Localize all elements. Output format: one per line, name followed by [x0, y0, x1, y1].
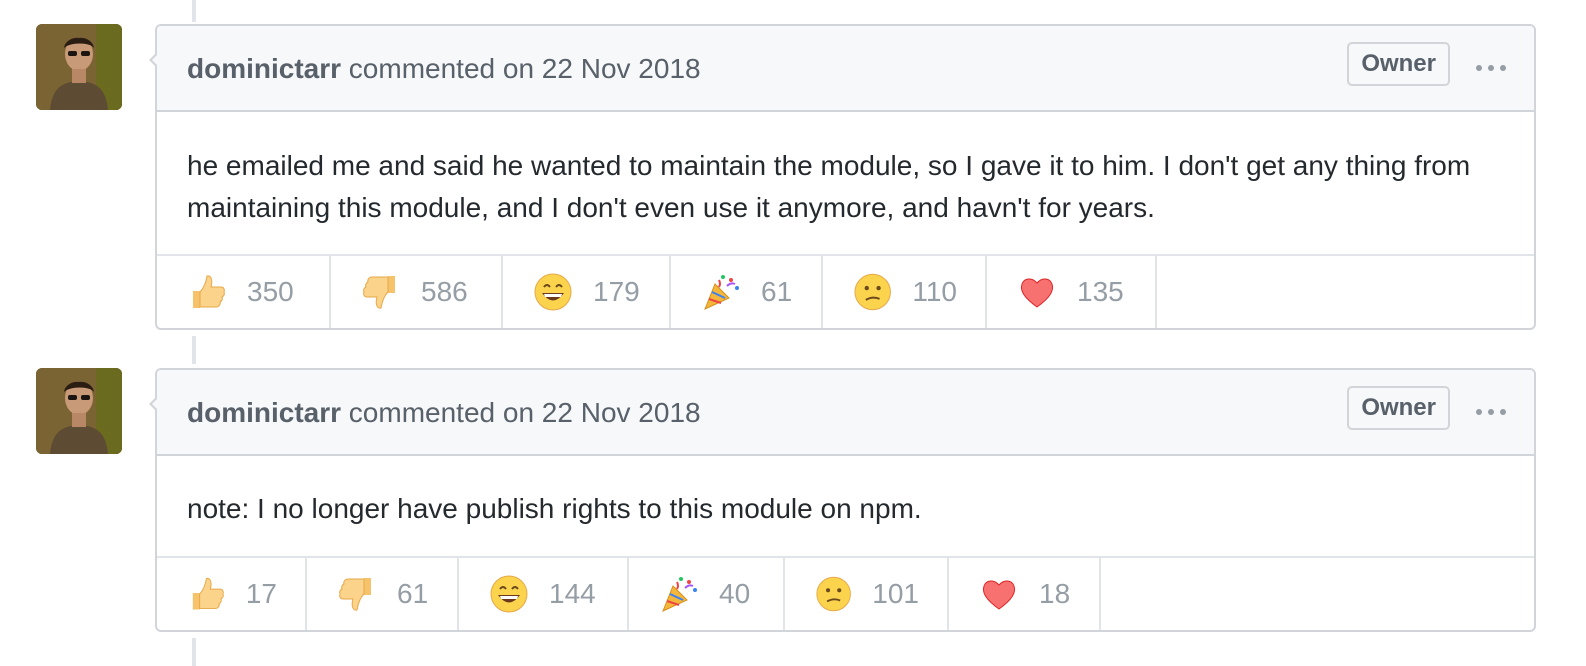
- comment-timestamp[interactable]: commented on 22 Nov 2018: [341, 53, 701, 84]
- reaction-count: 350: [247, 276, 294, 307]
- comment-timestamp[interactable]: commented on 22 Nov 2018: [341, 397, 701, 428]
- hooray-icon: [662, 577, 697, 612]
- comment-body: note: I no longer have publish rights to…: [157, 456, 1534, 558]
- timeline-line: [192, 638, 196, 666]
- comment-meta: dominictarr commented on 22 Nov 2018: [187, 53, 701, 85]
- reaction-hooray[interactable]: 40: [629, 558, 785, 630]
- confused-icon: [816, 576, 851, 612]
- heart-icon: [1020, 278, 1054, 308]
- comment-header: dominictarr commented on 22 Nov 2018 Own…: [157, 26, 1534, 112]
- reaction-hooray[interactable]: 61: [671, 256, 823, 328]
- timeline-line: [192, 0, 196, 22]
- reaction-count: 17: [245, 578, 277, 609]
- reaction-count: 110: [912, 276, 957, 307]
- reaction-count: 40: [719, 578, 751, 609]
- reaction-count: 586: [421, 276, 468, 307]
- reactions-bar: 350 586 179 61 110 135: [157, 256, 1534, 328]
- reaction-thumbs-down[interactable]: 586: [331, 256, 503, 328]
- comment: dominictarr commented on 22 Nov 2018 Own…: [149, 368, 1536, 632]
- author-link[interactable]: dominictarr: [187, 53, 341, 84]
- hooray-icon: [704, 275, 739, 310]
- reaction-laugh[interactable]: 179: [503, 256, 671, 328]
- more-options-icon[interactable]: [1476, 56, 1506, 80]
- thumbs-down-icon: [363, 276, 395, 309]
- reaction-count: 144: [549, 578, 596, 609]
- thumbs-up-icon: [193, 275, 225, 308]
- laugh-icon: [534, 273, 572, 311]
- laugh-icon: [490, 575, 528, 613]
- reaction-count: 61: [761, 276, 793, 307]
- heart-icon: [982, 580, 1016, 610]
- comment: dominictarr commented on 22 Nov 2018 Own…: [149, 24, 1536, 330]
- reactions-bar: 17 61 144 40 101 18: [157, 558, 1534, 630]
- confused-icon: [854, 273, 891, 311]
- author-link[interactable]: dominictarr: [187, 397, 341, 428]
- reaction-thumbs-down[interactable]: 61: [307, 558, 459, 630]
- comment-header: dominictarr commented on 22 Nov 2018 Own…: [157, 370, 1534, 456]
- reaction-count: 18: [1039, 578, 1071, 609]
- reaction-heart[interactable]: 135: [987, 256, 1157, 328]
- comment-body: he emailed me and said he wanted to main…: [157, 112, 1534, 256]
- owner-badge: Owner: [1347, 386, 1450, 430]
- reaction-thumbs-up[interactable]: 17: [157, 558, 307, 630]
- reaction-heart[interactable]: 18: [949, 558, 1101, 630]
- reaction-count: 135: [1077, 276, 1124, 307]
- reaction-laugh[interactable]: 144: [459, 558, 629, 630]
- avatar[interactable]: [36, 368, 122, 454]
- reaction-confused[interactable]: 101: [785, 558, 949, 630]
- comment-meta: dominictarr commented on 22 Nov 2018: [187, 397, 701, 429]
- reaction-thumbs-up[interactable]: 350: [157, 256, 331, 328]
- avatar[interactable]: [36, 24, 122, 110]
- owner-badge: Owner: [1347, 42, 1450, 86]
- reaction-count: 61: [397, 578, 429, 609]
- more-options-icon[interactable]: [1476, 400, 1506, 424]
- reaction-count: 179: [593, 276, 640, 307]
- thumbs-up-icon: [192, 577, 224, 610]
- reaction-count: 101: [872, 578, 919, 609]
- thumbs-down-icon: [339, 578, 371, 611]
- reaction-confused[interactable]: 110: [823, 256, 987, 328]
- timeline-line: [192, 336, 196, 364]
